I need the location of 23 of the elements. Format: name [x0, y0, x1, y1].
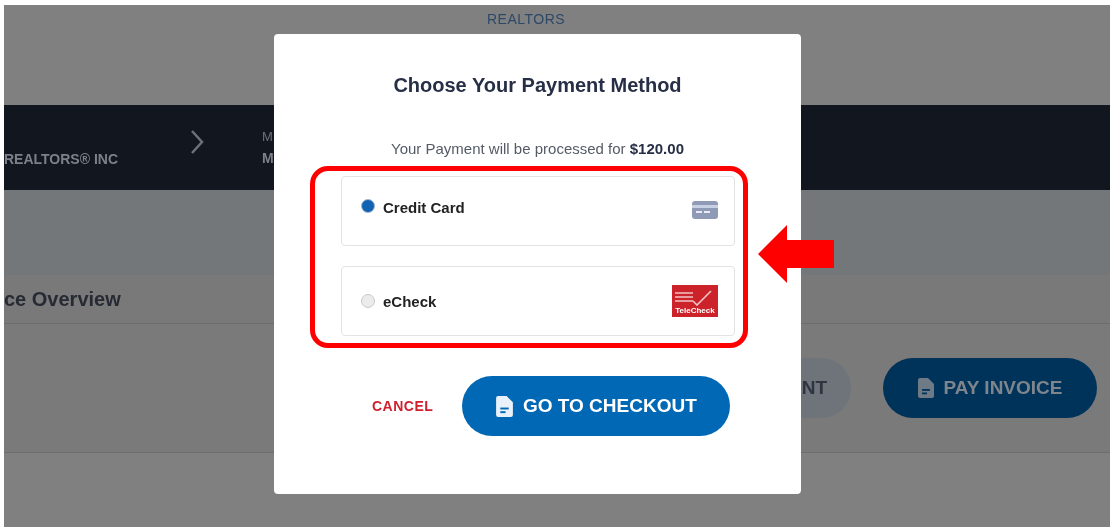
breadcrumb-caption: M [262, 129, 274, 144]
option-label: Credit Card [383, 199, 466, 216]
document-icon [495, 395, 513, 417]
payment-message: Your Payment will be processed for $120.00 [391, 140, 684, 157]
payment-option[interactable]: eCheck TeleCheck [341, 266, 735, 336]
radio-button[interactable] [361, 294, 375, 308]
breadcrumb-item[interactable]: M [262, 150, 274, 166]
page-button[interactable]: PAY INVOICE [883, 358, 1097, 418]
breadcrumb-item[interactable]: REALTORS® INC [4, 150, 190, 167]
logo-text: TeleCheck [675, 306, 715, 315]
document-icon [917, 378, 934, 398]
dialog-title: Choose Your Payment Method [393, 74, 682, 97]
payment-option[interactable]: Credit Card [341, 176, 735, 246]
section-title: ce Overview [4, 287, 121, 311]
check-stripes-icon [675, 290, 715, 306]
cancel-button[interactable]: CANCEL [372, 398, 434, 414]
radio-button[interactable] [361, 199, 375, 213]
brand-name: REALTORS [487, 11, 566, 27]
checkout-button[interactable]: GO TO CHECKOUT [462, 376, 731, 436]
credit-card-icon [692, 201, 718, 219]
option-label: eCheck [383, 292, 438, 310]
chevron-icon [190, 128, 204, 155]
arrow-icon [758, 225, 834, 283]
